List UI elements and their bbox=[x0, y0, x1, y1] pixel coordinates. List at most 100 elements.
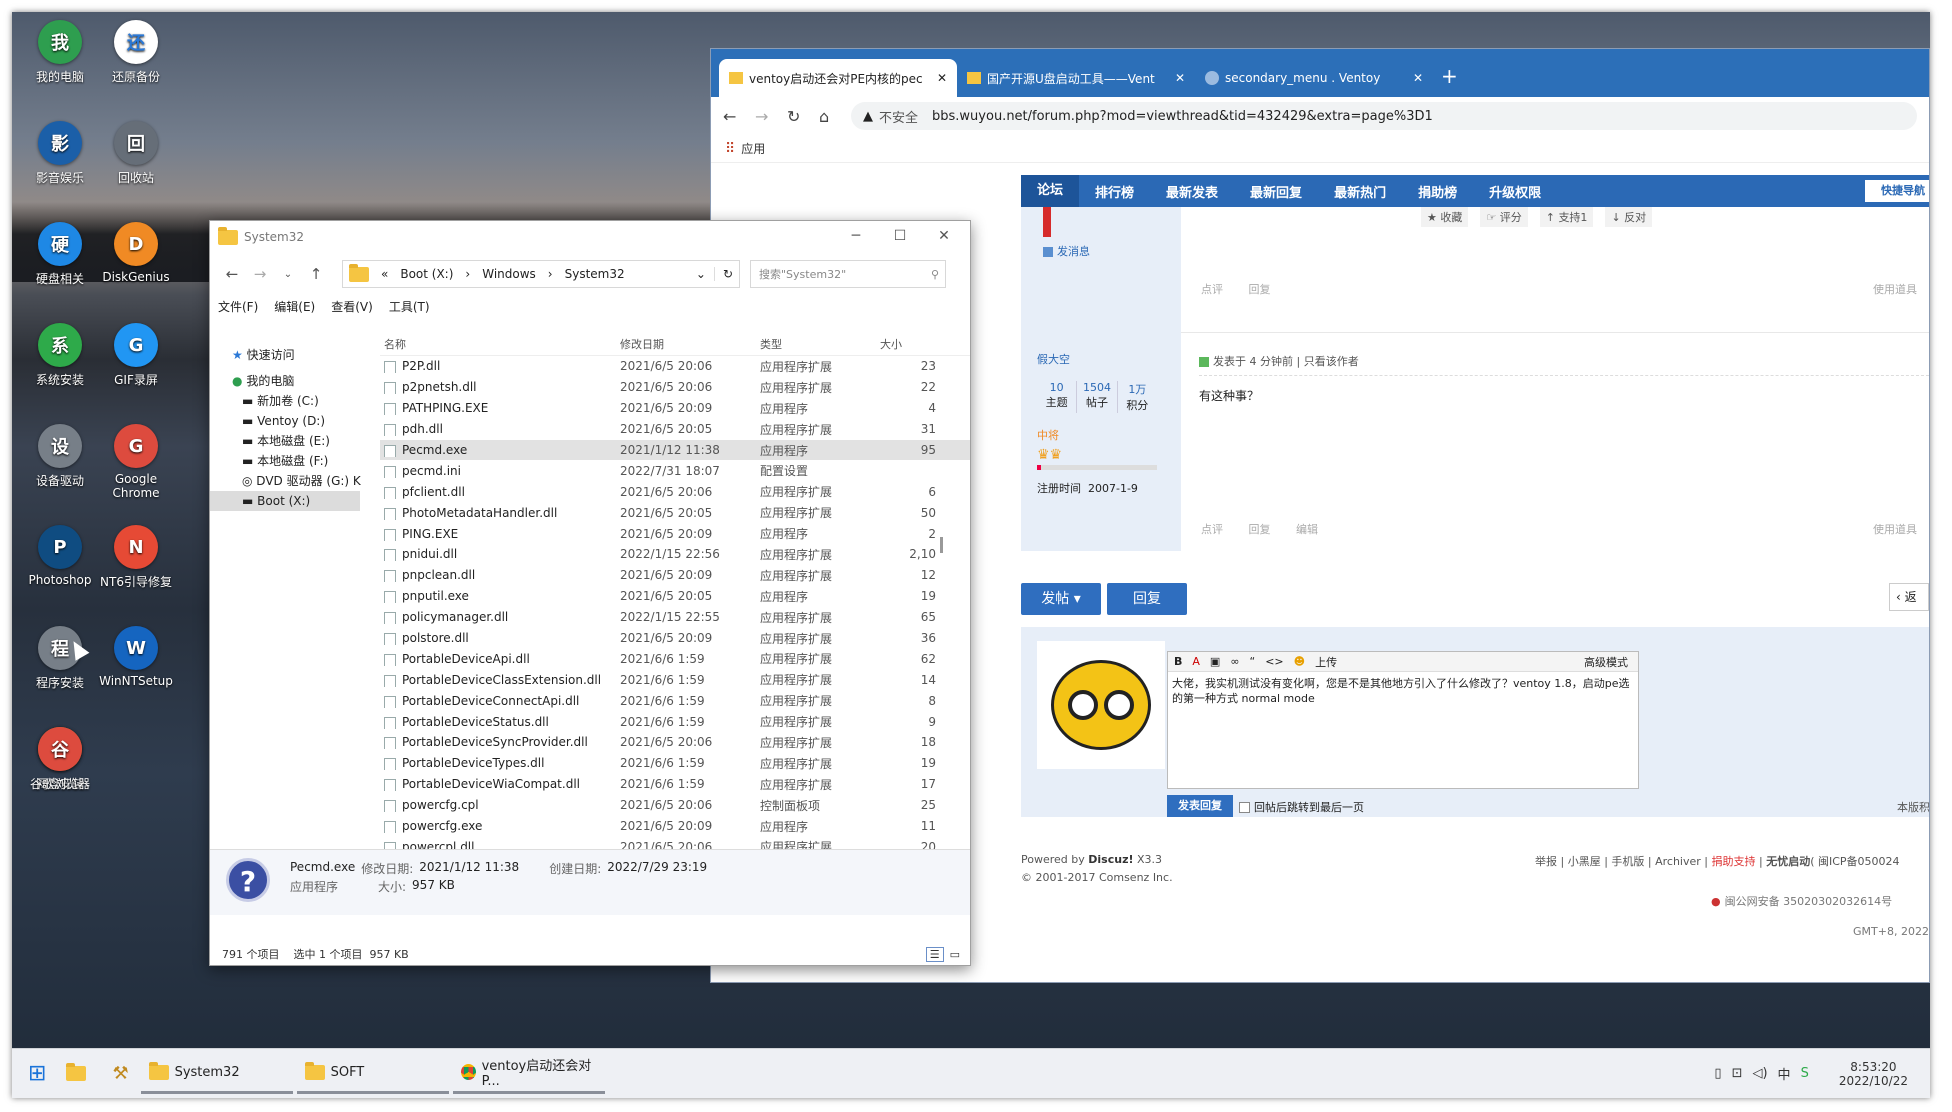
tab-secondary-menu[interactable]: secondary_menu . Ventoy ✕ bbox=[1195, 59, 1433, 97]
file-row[interactable]: P2P.dll 2021/6/5 20:06 应用程序扩展 23 bbox=[380, 356, 970, 377]
file-row[interactable]: Pecmd.exe 2021/1/12 11:38 应用程序 95 bbox=[380, 439, 970, 461]
taskbar-chrome[interactable]: ventoy启动还会对P... bbox=[452, 1054, 605, 1094]
quick-nav-button[interactable]: 快捷导航 bbox=[1865, 180, 1929, 202]
desktop-shortcut[interactable]: P Photoshop bbox=[22, 525, 98, 587]
bold-button[interactable]: B bbox=[1174, 655, 1182, 668]
col-date[interactable]: 修改日期 bbox=[620, 336, 760, 355]
file-row[interactable]: PING.EXE 2021/6/5 20:09 应用程序 2 bbox=[380, 523, 970, 544]
rate-button[interactable]: ☞ 评分 bbox=[1480, 207, 1528, 227]
menu-view[interactable]: 查看(V) bbox=[331, 298, 373, 315]
menu-file[interactable]: 文件(F) bbox=[218, 298, 258, 315]
desktop-shortcut[interactable]: W WinNTSetup bbox=[98, 626, 174, 688]
up-icon[interactable]: ↑ bbox=[302, 265, 330, 283]
nav-hot[interactable]: 最新热门 bbox=[1318, 182, 1402, 201]
desktop-shortcut[interactable]: 影影音娱乐 bbox=[22, 121, 98, 186]
advanced-mode-link[interactable]: 高级模式 bbox=[1584, 654, 1628, 670]
crumb-boot[interactable]: Boot (X:) bbox=[400, 267, 453, 281]
volume-icon[interactable]: ◁) bbox=[1752, 1066, 1767, 1081]
desktop-shortcut[interactable]: D DiskGenius bbox=[98, 222, 174, 284]
desktop-shortcut[interactable]: G GIF录屏 bbox=[98, 323, 174, 388]
use-tools-link[interactable]: 使用道具 bbox=[1873, 281, 1917, 297]
author-name[interactable]: 假大空 bbox=[1037, 351, 1181, 367]
image-icon[interactable]: ▣ bbox=[1210, 655, 1220, 668]
submit-reply-button[interactable]: 发表回复 bbox=[1167, 795, 1233, 817]
nav-drive-g[interactable]: ◎ DVD 驱动器 (G:) K bbox=[210, 471, 370, 491]
file-row[interactable]: PortableDeviceWiaCompat.dll 2021/6/6 1:59… bbox=[380, 774, 970, 795]
back-button[interactable]: ‹ 返 bbox=[1889, 583, 1929, 611]
favorite-button[interactable]: ★ 收藏 bbox=[1421, 207, 1469, 227]
col-name[interactable]: 名称 bbox=[380, 336, 620, 355]
home-icon[interactable]: ⌂ bbox=[819, 107, 851, 126]
taskbar-soft[interactable]: SOFT bbox=[296, 1054, 449, 1094]
taskbar-system32[interactable]: System32 bbox=[140, 1054, 293, 1094]
nav-drive-e[interactable]: ▬ 本地磁盘 (E:) bbox=[210, 431, 370, 451]
file-explorer-pin[interactable] bbox=[58, 1054, 100, 1094]
nav-upgrade[interactable]: 升级权限 bbox=[1473, 182, 1557, 201]
file-row[interactable]: pfclient.dll 2021/6/5 20:06 应用程序扩展 6 bbox=[380, 481, 970, 502]
desktop-shortcut[interactable]: 设设备驱动 bbox=[22, 424, 98, 489]
file-row[interactable]: PATHPING.EXE 2021/6/5 20:09 应用程序 4 bbox=[380, 398, 970, 419]
file-row[interactable]: p2pnetsh.dll 2021/6/5 20:06 应用程序扩展 22 bbox=[380, 377, 970, 398]
file-row[interactable]: PortableDeviceSyncProvider.dll 2021/6/5 2… bbox=[380, 732, 970, 753]
jump-last-checkbox[interactable] bbox=[1239, 801, 1250, 813]
file-row[interactable]: pnpclean.dll 2021/6/5 20:09 应用程序扩展 12 bbox=[380, 565, 970, 586]
reply-link[interactable]: 回复 bbox=[1249, 283, 1271, 296]
file-row[interactable]: pnidui.dll 2022/1/15 22:56 应用程序扩展 2,10 bbox=[380, 544, 970, 565]
search-input[interactable]: 搜索"System32" ⚲ bbox=[750, 260, 946, 288]
link-icon[interactable]: ∞ bbox=[1230, 655, 1239, 668]
scrollbar-thumb[interactable] bbox=[940, 537, 943, 553]
col-size[interactable]: 大小 bbox=[876, 336, 936, 355]
quote-icon[interactable]: “ bbox=[1250, 655, 1256, 668]
send-message-link[interactable]: 发消息 bbox=[1057, 245, 1090, 258]
nav-new-posts[interactable]: 最新发表 bbox=[1150, 182, 1234, 201]
minimize-button[interactable]: ─ bbox=[834, 221, 878, 251]
nav-drive-f[interactable]: ▬ 本地磁盘 (F:) bbox=[210, 451, 370, 471]
desktop-shortcut[interactable]: N NT6引导修复 bbox=[98, 525, 174, 590]
file-row[interactable]: pdh.dll 2021/6/5 20:05 应用程序扩展 31 bbox=[380, 419, 970, 440]
col-type[interactable]: 类型 bbox=[760, 336, 876, 355]
reload-icon[interactable]: ↻ bbox=[787, 107, 819, 126]
oppose-button[interactable]: ↓ 反对 bbox=[1605, 207, 1653, 227]
file-row[interactable]: PortableDeviceTypes.dll 2021/6/6 1:59 应用程序… bbox=[380, 753, 970, 774]
comment-link[interactable]: 点评 bbox=[1201, 283, 1223, 296]
desktop-shortcut[interactable]: G Google Chrome bbox=[98, 424, 174, 500]
file-row[interactable]: PortableDeviceApi.dll 2021/6/6 1:59 应用程序扩展… bbox=[380, 648, 970, 669]
bookmark-apps[interactable]: 应用 bbox=[741, 140, 765, 157]
desktop-shortcut[interactable]: 还还原备份 bbox=[98, 20, 174, 85]
close-tab-icon[interactable]: ✕ bbox=[937, 71, 947, 85]
close-tab-icon[interactable]: ✕ bbox=[1413, 71, 1423, 85]
file-row[interactable]: PortableDeviceClassExtension.dll 2021/6/6… bbox=[380, 669, 970, 690]
tab-ventoy-article[interactable]: 国产开源U盘启动工具——Vent ✕ bbox=[957, 59, 1195, 97]
code-icon[interactable]: <> bbox=[1265, 655, 1283, 668]
upload-button[interactable]: 上传 bbox=[1315, 654, 1337, 670]
nav-drive-x[interactable]: ▬ Boot (X:) bbox=[210, 491, 360, 511]
emoji-icon[interactable]: ☻ bbox=[1294, 655, 1305, 668]
desktop-shortcut[interactable]: 程程序安装 bbox=[22, 626, 98, 691]
close-button[interactable]: ✕ bbox=[922, 221, 966, 251]
file-row[interactable]: PortableDeviceStatus.dll 2021/6/6 1:59 应用程… bbox=[380, 711, 970, 732]
menu-edit[interactable]: 编辑(E) bbox=[274, 298, 315, 315]
close-tab-icon[interactable]: ✕ bbox=[1175, 71, 1185, 85]
desktop-shortcut[interactable]: 我我的电脑 bbox=[22, 20, 98, 85]
recent-dropdown-icon[interactable]: ⌄ bbox=[274, 269, 302, 280]
new-post-button[interactable]: 发帖 ▾ bbox=[1021, 583, 1101, 615]
crumb-system32[interactable]: System32 bbox=[565, 267, 625, 281]
tab-ventoy-thread[interactable]: ventoy启动还会对PE内核的pec ✕ bbox=[719, 59, 957, 97]
nav-drive-c[interactable]: ▬ 新加卷 (C:) bbox=[210, 391, 370, 411]
refresh-icon[interactable]: ↻ bbox=[713, 267, 733, 281]
reply-textarea[interactable]: 大佬，我实机测试没有变化啊，您是不是其他地方引入了什么修改了？ventoy 1.… bbox=[1168, 672, 1638, 710]
file-row[interactable]: pecmd.ini 2022/7/31 18:07 配置设置 bbox=[380, 460, 970, 481]
new-tab-button[interactable]: + bbox=[1433, 59, 1458, 97]
clock[interactable]: 8:53:20 2022/10/22 bbox=[1839, 1060, 1908, 1088]
nav-drive-d[interactable]: ▬ Ventoy (D:) bbox=[210, 411, 370, 431]
nav-donors[interactable]: 捐助榜 bbox=[1402, 182, 1473, 201]
back-icon[interactable]: ← bbox=[723, 107, 755, 126]
support-button[interactable]: ↑ 支持1 bbox=[1539, 207, 1594, 227]
usb-icon[interactable]: ▯ bbox=[1714, 1066, 1721, 1081]
forward-icon[interactable]: → bbox=[246, 265, 274, 283]
only-author-link[interactable]: 只看该作者 bbox=[1304, 355, 1359, 368]
edit-link[interactable]: 编辑 bbox=[1296, 523, 1318, 536]
use-tools-link[interactable]: 使用道具 bbox=[1873, 521, 1917, 537]
address-bar[interactable]: « Boot (X:) › Windows › System32 ⌄ ↻ bbox=[342, 260, 740, 288]
address-bar[interactable]: ▲ 不安全 bbs.wuyou.net/forum.php?mod=viewth… bbox=[851, 102, 1917, 130]
